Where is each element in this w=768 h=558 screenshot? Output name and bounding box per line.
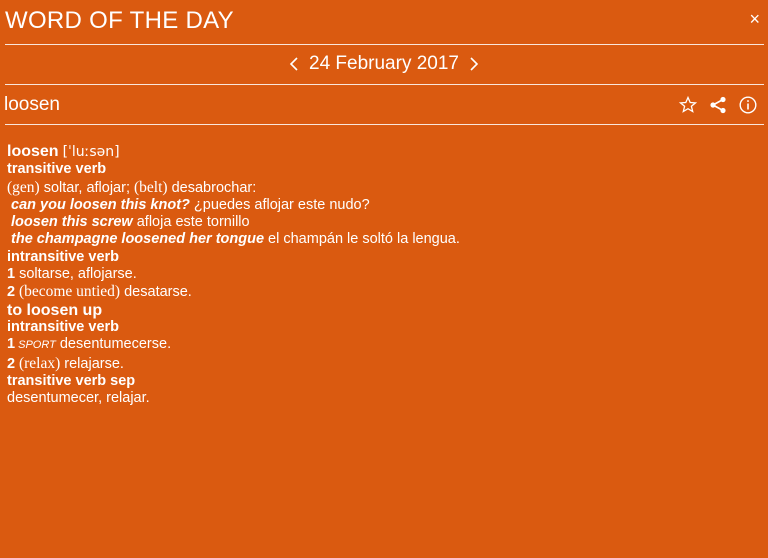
example-source: loosen this screw bbox=[11, 214, 133, 231]
pronunciation: [ˈluːsən] bbox=[62, 144, 120, 160]
sense-text: desentumecer, relajar. bbox=[7, 390, 150, 407]
example-translation: afloja este tornillo bbox=[132, 214, 250, 231]
sense-line: 1 SPORT desentumecerse. bbox=[7, 336, 757, 354]
chevron-right-icon[interactable] bbox=[465, 55, 483, 73]
info-icon[interactable] bbox=[738, 95, 758, 115]
sense-text: soltar, aflojar; bbox=[39, 179, 134, 196]
date-label: 24 February 2017 bbox=[309, 53, 459, 74]
header: WORD OF THE DAY × bbox=[0, 0, 768, 44]
example-source: can you loosen this knot? bbox=[11, 196, 190, 213]
sense-number: 1 bbox=[7, 266, 16, 283]
part-of-speech: intransitive verb bbox=[7, 318, 120, 335]
headword: loosen bbox=[7, 143, 59, 160]
sense-label: (belt) bbox=[134, 178, 168, 196]
part-of-speech: transitive verb sep bbox=[7, 372, 136, 389]
sense-text: desatarse. bbox=[120, 284, 192, 301]
close-icon[interactable]: × bbox=[749, 10, 760, 28]
example-line: loosen this screw afloja este tornillo bbox=[7, 214, 757, 231]
example-source: the champagne loosened her tongue bbox=[11, 231, 265, 248]
example-line: can you loosen this knot? ¿puedes afloja… bbox=[7, 197, 757, 214]
sense-number: 2 bbox=[7, 284, 16, 301]
sense-label: (gen) bbox=[7, 178, 40, 196]
example-translation: ¿puedes aflojar este nudo? bbox=[189, 196, 370, 213]
sense-text: desentumecerse. bbox=[55, 336, 172, 353]
word-title: loosen bbox=[4, 94, 60, 115]
sense-line: 2 (relax) relajarse. bbox=[7, 355, 757, 373]
date-navigator: 24 February 2017 bbox=[0, 45, 768, 83]
sense-text: relajarse. bbox=[60, 355, 124, 372]
share-icon[interactable] bbox=[708, 95, 728, 115]
sense-line: 1 soltarse, aflojarse. bbox=[7, 266, 757, 283]
sense-number: 2 bbox=[7, 355, 16, 372]
part-of-speech: transitive verb bbox=[7, 161, 107, 178]
domain-label: SPORT bbox=[15, 339, 56, 352]
sense-number: 1 bbox=[7, 336, 16, 353]
sense-line: 2 (become untied) desatarse. bbox=[7, 283, 757, 301]
part-of-speech: intransitive verb bbox=[7, 248, 120, 265]
sense-text: desabrochar: bbox=[167, 179, 257, 196]
word-bar: loosen bbox=[0, 85, 768, 123]
sense-label: (relax) bbox=[15, 354, 61, 372]
sense-label: (become untied) bbox=[15, 283, 121, 301]
divider bbox=[5, 124, 764, 125]
sense-line: (gen) soltar, aflojar; (belt) desabrocha… bbox=[7, 179, 757, 197]
star-icon[interactable] bbox=[678, 95, 698, 115]
phrasal-verb: to loosen up bbox=[7, 301, 103, 319]
example-line: the champagne loosened her tongue el cha… bbox=[7, 231, 757, 248]
sense-text: soltarse, aflojarse. bbox=[15, 266, 137, 283]
chevron-left-icon[interactable] bbox=[285, 55, 303, 73]
word-actions bbox=[668, 95, 758, 115]
headword-line: loosen [ˈluːsən] bbox=[7, 143, 757, 161]
example-translation: el champán le soltó la lengua. bbox=[264, 231, 460, 248]
page-title: WORD OF THE DAY bbox=[5, 7, 234, 34]
dictionary-entry: loosen [ˈluːsən] transitive verb (gen) s… bbox=[7, 143, 757, 407]
